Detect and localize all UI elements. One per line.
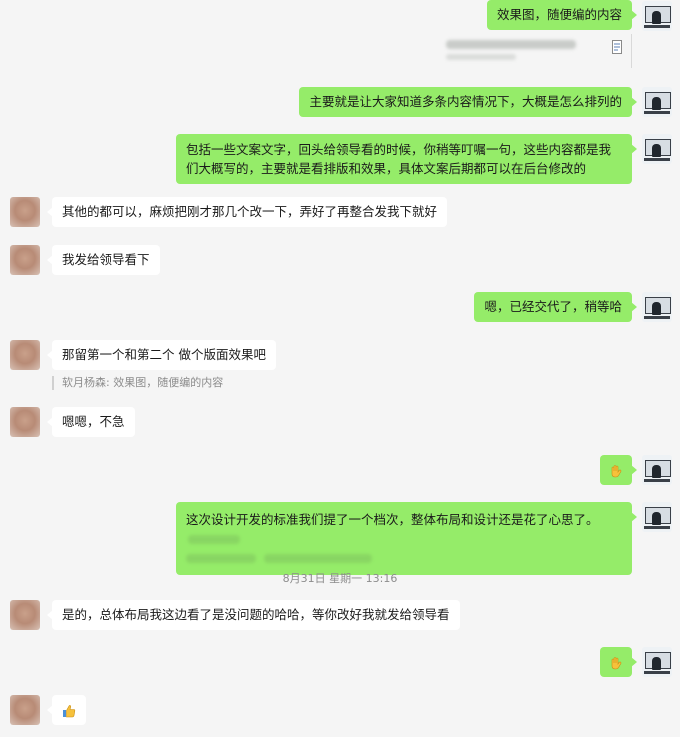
avatar[interactable] [642,292,672,322]
file-icon [612,40,622,54]
message-bubble[interactable]: 是的，总体布局我这边看了是没问题的哈哈，等你改好我就发给领导看 [47,600,460,630]
waving-hand-emoji-icon [611,464,622,477]
avatar[interactable] [642,134,672,164]
avatar[interactable] [10,245,40,275]
message-bubble[interactable] [47,695,86,725]
thumbs-up-emoji-icon [63,704,76,717]
message-bubble[interactable]: 主要就是让大家知道多条内容情况下，大概是怎么排列的 [299,87,637,117]
avatar[interactable] [10,695,40,725]
avatar[interactable] [642,647,672,677]
avatar[interactable] [642,502,672,532]
avatar[interactable] [642,1,672,31]
avatar[interactable] [10,600,40,630]
message-bubble[interactable]: 效果图，随便编的内容 [486,0,638,30]
avatar[interactable] [10,340,40,370]
message-text: 这次设计开发的标准我们提了一个档次，整体布局和设计还是花了心思了。 [186,512,599,527]
message-bubble[interactable]: 其他的都可以，麻烦把刚才那几个改一下，弄好了再整合发我下就好 [46,197,448,227]
message-bubble[interactable] [600,647,637,677]
message-bubble[interactable]: 包括一些文案文字，回头给领导看的时候，你稍等叮嘱一句，这些内容都是我们大概写的，… [176,134,637,184]
timestamp: 8月31日 星期一 13:16 [282,572,398,585]
file-card[interactable] [446,34,632,68]
avatar[interactable] [642,455,672,485]
redacted-text [263,554,372,563]
message-bubble[interactable]: 这次设计开发的标准我们提了一个档次，整体布局和设计还是花了心思了。 [176,502,637,575]
waving-hand-emoji-icon [611,656,622,669]
message-bubble[interactable]: 嗯嗯，不急 [47,407,135,437]
avatar[interactable] [10,197,40,227]
redacted-text [186,554,256,563]
redacted-text [188,535,240,544]
quoted-message[interactable]: 软月杨森: 效果图，随便编的内容 [52,376,223,390]
message-bubble[interactable]: 嗯，已经交代了，稍等哈 [474,292,637,322]
chat-window: 效果图，随便编的内容 主要就是让大家知道多条内容情况下，大概是怎么排列的 包括一… [0,0,680,737]
avatar[interactable] [642,87,672,117]
avatar[interactable] [10,407,40,437]
message-bubble[interactable] [600,455,637,485]
message-bubble[interactable]: 那留第一个和第二个 做个版面效果吧 [47,340,276,370]
message-bubble[interactable]: 我发给领导看下 [47,245,160,275]
